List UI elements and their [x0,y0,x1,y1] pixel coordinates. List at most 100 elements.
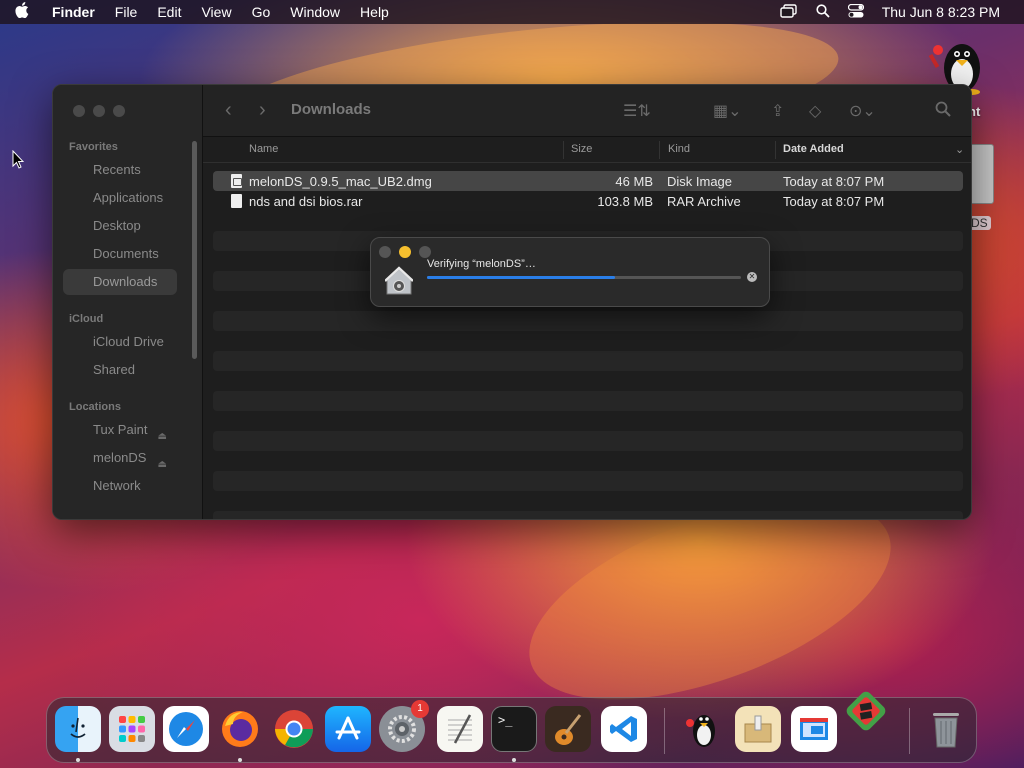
sidebar-item-label: Tux Paint [93,422,148,437]
system-settings-dock-icon[interactable]: 1 [379,700,429,752]
dock: 1 >_ [46,691,977,763]
menu-window[interactable]: Window [280,4,350,20]
column-date-added[interactable]: Date Added [783,143,844,155]
back-chevron-icon[interactable]: ‹ [225,99,232,122]
sidebar-item-desktop[interactable]: Desktop [63,213,177,239]
trash-dock-icon[interactable] [923,706,969,752]
row-stripe [213,391,963,411]
progress-fill [427,276,616,279]
sidebar-item-tux-paint[interactable]: Tux Paint ⏏ [63,417,177,443]
file-row[interactable]: nds and dsi bios.rar 103.8 MB RAR Archiv… [213,191,963,211]
terminal-dock-icon[interactable]: >_ [491,706,537,752]
disk-image-mounter-icon [384,266,414,296]
column-name[interactable]: Name [249,143,278,155]
forward-chevron-icon[interactable]: › [259,99,266,122]
column-size[interactable]: Size [571,143,592,155]
tag-icon[interactable]: ◇ [809,101,821,121]
finder-sidebar: Favorites Recents Applications Desktop D… [53,85,203,519]
verify-progress-bar [427,276,741,279]
textedit-dock-icon[interactable] [437,706,483,752]
sidebar-item-melonds[interactable]: melonDS ⏏ [63,445,177,471]
file-date: Today at 8:07 PM [783,174,885,189]
dialog-window-controls [379,246,431,258]
melonds-dock-icon[interactable] [843,688,889,734]
sidebar-section-favorites: Favorites [69,141,118,153]
row-stripe [213,511,963,519]
sidebar-scrollbar[interactable] [192,141,197,359]
menu-file[interactable]: File [105,4,148,20]
dialog-message: Verifying “melonDS”… [427,258,536,270]
minimize-window-button[interactable] [93,105,105,117]
file-size: 46 MB [615,174,653,189]
file-size: 103.8 MB [597,194,653,209]
menu-help[interactable]: Help [350,4,399,20]
mouse-pointer-icon [12,149,26,170]
sidebar-item-downloads[interactable]: Downloads [63,269,177,295]
file-date: Today at 8:07 PM [783,194,885,209]
search-icon[interactable] [935,101,951,122]
running-indicator [512,758,516,762]
disk-image-icon [231,174,242,188]
file-name: melonDS_0.9.5_mac_UB2.dmg [249,174,432,189]
disk-utility-window-dock-icon[interactable] [791,706,837,752]
finder-dock-icon[interactable] [55,706,101,752]
dialog-close-button[interactable] [379,246,391,258]
sidebar-item-shared[interactable]: Shared [63,357,177,383]
menu-edit[interactable]: Edit [147,4,191,20]
tux-paint-dock-icon[interactable] [679,706,725,752]
file-kind: RAR Archive [667,194,741,209]
safari-dock-icon[interactable] [163,706,209,752]
sidebar-item-network[interactable]: Network [63,473,177,499]
file-kind: Disk Image [667,174,733,189]
control-center-icon[interactable] [842,3,870,21]
menu-clock[interactable]: Thu Jun 8 8:23 PM [876,4,1006,20]
apple-menu-icon[interactable] [0,2,44,22]
column-kind[interactable]: Kind [668,143,690,155]
archive-utility-dock-icon[interactable] [735,706,781,752]
document-icon [231,194,242,208]
sidebar-item-label: melonDS [93,450,147,465]
dialog-zoom-button[interactable] [419,246,431,258]
notification-badge: 1 [411,700,429,718]
sidebar-item-icloud-drive[interactable]: iCloud Drive [63,329,177,355]
vscode-dock-icon[interactable] [601,706,647,752]
launchpad-dock-icon[interactable] [109,706,155,752]
app-store-dock-icon[interactable] [325,706,371,752]
row-stripe [213,471,963,491]
firefox-dock-icon[interactable] [217,706,263,752]
group-view-icon[interactable]: ▦⌄ [713,101,742,121]
row-stripe [213,351,963,371]
menu-app-name[interactable]: Finder [44,4,105,20]
sidebar-section-icloud: iCloud [69,313,104,325]
running-indicator [238,758,242,762]
dialog-minimize-button[interactable] [399,246,411,258]
menu-view[interactable]: View [191,4,241,20]
column-header: Name Size Kind Date Added ⌄ [203,137,971,163]
spotlight-search-icon[interactable] [810,3,836,21]
sidebar-item-recents[interactable]: Recents [63,157,177,183]
dock-separator [909,708,910,754]
garageband-dock-icon[interactable] [545,706,591,752]
file-row[interactable]: melonDS_0.9.5_mac_UB2.dmg 46 MB Disk Ima… [213,171,963,191]
more-actions-icon[interactable]: ⊙⌄ [849,101,876,121]
finder-toolbar: ‹ › Downloads ☰⇅ ▦⌄ ⇪ ◇ ⊙⌄ [203,85,971,137]
menu-go[interactable]: Go [242,4,281,20]
window-controls [73,105,125,117]
sidebar-item-applications[interactable]: Applications [63,185,177,211]
share-icon[interactable]: ⇪ [771,101,784,121]
menu-bar: Finder File Edit View Go Window Help Thu… [0,0,1024,24]
zoom-window-button[interactable] [113,105,125,117]
running-indicator [76,758,80,762]
sidebar-item-documents[interactable]: Documents [63,241,177,267]
list-view-icon[interactable]: ☰⇅ [623,101,651,121]
close-window-button[interactable] [73,105,85,117]
dock-separator [664,708,665,754]
row-stripe [213,431,963,451]
sidebar-section-locations: Locations [69,401,121,413]
chrome-dock-icon[interactable] [271,706,317,752]
verifying-dialog: Verifying “melonDS”… ✕ [370,237,770,307]
screen-mirroring-icon[interactable] [774,3,804,21]
sort-chevron-icon[interactable]: ⌄ [955,143,964,156]
cancel-icon[interactable]: ✕ [747,272,757,282]
file-name: nds and dsi bios.rar [249,194,363,209]
